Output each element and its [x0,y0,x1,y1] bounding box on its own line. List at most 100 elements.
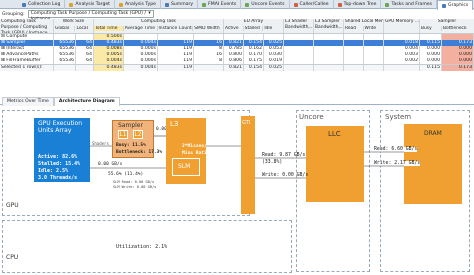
column-header-l3[interactable]: L3 Shader Bandwidth,... [284,19,314,33]
cell-local [76,65,94,71]
cell-active: 0.821 [224,65,244,71]
column-header-shared-group: Shared Local Memory... ReadWrite [344,19,384,33]
tab-fmai-events[interactable]: FMAI Events [198,0,242,9]
tab-label: Analysis Type [125,2,156,7]
cell-l3 [284,65,314,71]
tab-icon [245,2,250,7]
tab-uncore-events[interactable]: Uncore Events [241,0,290,9]
tab-analysis-type[interactable]: Analysis Type [115,0,161,9]
cell-name: Selected 1 row(s): [0,65,54,71]
column-header-computing-group: Computing Task Total Time Average Time I… [94,19,224,33]
tab-label: Uncore Events [251,2,285,7]
cell-avg: 0.000s [124,58,158,64]
column-header-local[interactable]: Local [75,26,93,31]
column-header-computing[interactable]: Computing Task [94,19,223,26]
tab-tasks-and-frames[interactable]: Tasks and Frames [381,0,438,9]
column-header-simd[interactable]: SIMD Width [193,26,223,31]
cell-write [364,65,384,71]
tab-collection-log[interactable]: Collection Log [18,0,66,9]
cell-global: 65536 [54,58,76,64]
grid-header: Computing Task Purpose / Computing Task … [0,19,474,34]
tab-icon [442,3,447,8]
tab-label: Tasks and Frames [391,2,433,7]
tab-label: Summary [170,2,194,7]
cell-avg: 0.004s [124,65,158,71]
column-header-read[interactable]: Read [344,26,364,31]
column-header-shared[interactable]: Shared Local Memory... [344,19,383,26]
table-row[interactable]: Selected 1 row(s): 0.483s 0.004s 119 0.821 0.… [0,64,474,71]
cell-total: 0.004s [94,58,124,64]
cell-read [344,65,364,71]
cell-read [344,58,364,64]
table-row[interactable]: ⊞ FillFrameBuffer 65536 64 0.004s 0.000s 119 8… [0,58,474,64]
column-header-sampler-group: Sampler Busy Bottleneck [420,19,474,33]
cell-count: 119 [158,65,194,71]
column-header-worksize[interactable]: Work Size [54,19,93,26]
cell-local: 64 [76,58,94,64]
view-subtabs: Metrics Over Time Architecture Diagram [0,97,474,106]
cell-stalled: 0.175 [244,58,264,64]
tab-label: Graphics [448,3,469,8]
cell-name: ⊞ FillFrameBuffer [0,58,54,64]
grouping-label: Grouping: [2,11,25,17]
analysis-tab-bar: Collection Log Analysis Target Analysis Ty… [0,0,474,10]
cell-idle: 0.025 [264,65,284,71]
cell-simd: 8 [194,58,224,64]
computing-task-grid: Computing Task Purpose / Computing Task … [0,19,474,71]
column-header-eu-group: EU Array Active Stalled Idle [224,19,284,33]
column-header-idle[interactable]: Idle [263,26,283,31]
architecture-diagram: GPU CPU GPU Execution Units Array Active… [0,106,474,275]
tab-icon [337,2,342,7]
tab-analysis-target[interactable]: Analysis Target [65,0,115,9]
chevron-down-icon: ▾ [148,11,151,16]
tab-top-down-tree[interactable]: Top-down Tree [334,0,382,9]
cell-gpu [384,65,420,71]
tab-graphics[interactable]: Graphics [437,0,474,10]
cell-l3 [284,58,314,64]
column-header-eu[interactable]: EU Array [224,19,283,26]
cell-count: 119 [158,58,194,64]
cell-global [54,65,76,71]
column-header-write[interactable]: Write [364,26,383,31]
tab-metrics-over-time[interactable]: Metrics Over Time [2,97,54,106]
tab-label: Top-down Tree [343,2,377,7]
cell-busy: 0.115 [420,65,442,71]
tab-icon [69,2,74,7]
column-header-total[interactable]: Total Time [94,26,124,31]
column-header-sampler[interactable]: Sampler [420,19,474,26]
tab-icon [22,2,26,7]
cell-bn: 0.173 [442,65,474,71]
column-header-busy[interactable]: Busy [420,26,442,31]
column-header-stalled[interactable]: Stalled [244,26,264,31]
column-header-count[interactable]: Instance Count [158,26,194,31]
cell-gpu: 0.002 [384,58,420,64]
cell-total: 0.483s [94,65,124,71]
column-header-avg[interactable]: Average Time [124,26,158,31]
tab-caller-callee[interactable]: Caller/Callee [290,0,334,9]
grouping-select[interactable]: Computing Task Purpose / Computing Task … [27,10,154,22]
cell-active: 0.806 [224,58,244,64]
tab-icon [385,2,390,7]
grouping-bar: Grouping: Computing Task Purpose / Compu… [0,10,474,22]
column-header-gpumem[interactable]: GPU Memory ... [384,19,420,33]
tab-icon [119,2,123,7]
column-header-worksize-group: Work Size Global Local [54,19,94,33]
column-header-l3s[interactable]: L3 Sampler Bandwidth,... [314,19,344,33]
cell-busy: 0.000 [420,58,442,64]
tab-label: FMAI Events [208,2,237,7]
column-header-bottleneck[interactable]: Bottleneck [442,26,474,31]
column-header-active[interactable]: Active [224,26,244,31]
column-header-group[interactable]: Computing Task Purpose / Computing Task … [0,19,54,33]
cell-idle: 0.019 [264,58,284,64]
cell-write [364,58,384,64]
diagram-connectors [90,135,404,179]
tab-icon [164,2,169,7]
tab-architecture-diagram[interactable]: Architecture Diagram [53,97,120,106]
cell-stalled: 0.154 [244,65,264,71]
tab-icon [202,2,207,7]
tab-label: Analysis Target [75,2,110,7]
cell-l3s [314,65,344,71]
grid-body: ⊟ Compute 0.500s ⊞ Sampler 65536 64 0.483s 0.0… [0,34,474,71]
column-header-global[interactable]: Global [54,26,76,31]
tab-summary[interactable]: Summary [161,0,199,9]
